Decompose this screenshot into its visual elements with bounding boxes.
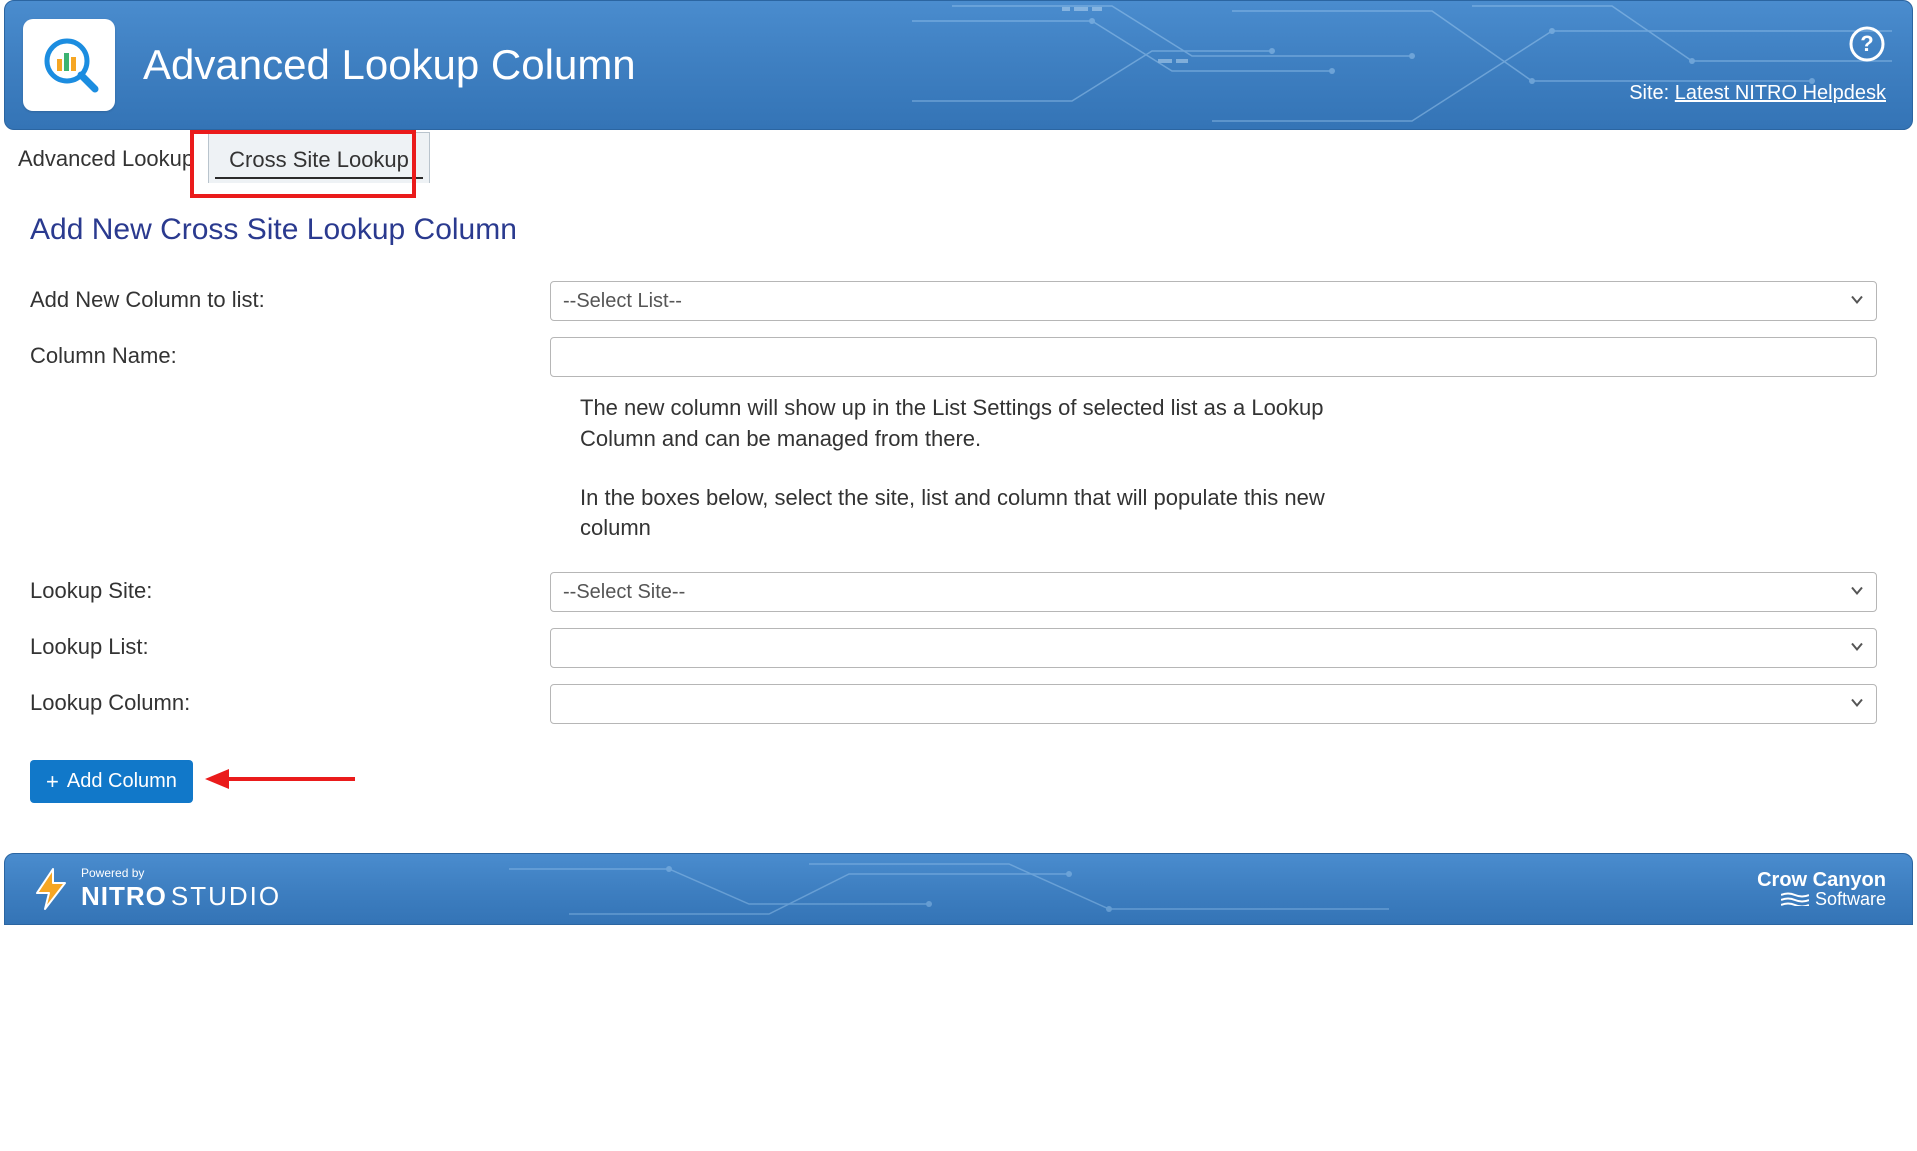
footer-nitro-logo: Powered by NITROSTUDIO [31, 867, 281, 912]
footer-studio-text: STUDIO [171, 881, 281, 911]
helper-text-1: The new column will show up in the List … [580, 393, 1400, 455]
column-name-label: Column Name: [30, 337, 550, 369]
help-icon[interactable]: ? [1848, 25, 1886, 68]
lookup-site-value: --Select Site-- [563, 581, 685, 604]
section-title: Add New Cross Site Lookup Column [30, 213, 1887, 247]
annotation-arrow-icon [205, 764, 355, 799]
chevron-down-icon [1850, 693, 1864, 716]
footer-powered-by: Powered by [81, 867, 281, 879]
lookup-list-label: Lookup List: [30, 628, 550, 660]
footer-banner: Powered by NITROSTUDIO Crow Canyon Softw… [4, 853, 1913, 925]
site-prefix: Site: [1629, 82, 1669, 104]
header-banner: Advanced Lookup Column ? Site: Latest NI… [4, 0, 1913, 130]
lookup-column-label: Lookup Column: [30, 684, 550, 716]
lookup-site-select[interactable]: --Select Site-- [550, 572, 1877, 612]
main-content: Add New Cross Site Lookup Column Add New… [0, 183, 1917, 823]
add-column-button[interactable]: + Add Column [30, 760, 193, 803]
footer-crowcanyon-logo: Crow Canyon Software [1757, 870, 1886, 908]
column-name-input[interactable] [550, 337, 1877, 377]
lookup-column-select[interactable] [550, 684, 1877, 724]
add-to-list-value: --Select List-- [563, 290, 682, 313]
add-to-list-select[interactable]: --Select List-- [550, 281, 1877, 321]
lookup-list-select[interactable] [550, 628, 1877, 668]
wave-icon [1781, 892, 1809, 906]
tab-advanced-lookup[interactable]: Advanced Lookup [14, 132, 208, 183]
helper-text-2: In the boxes below, select the site, lis… [580, 483, 1400, 545]
site-label: Site: Latest NITRO Helpdesk [1629, 82, 1886, 105]
tabs-row: Advanced Lookup Cross Site Lookup [0, 132, 1917, 183]
plus-icon: + [46, 771, 59, 793]
footer-cc-bot: Software [1815, 890, 1886, 908]
add-column-label: Add Column [67, 770, 177, 793]
add-to-list-label: Add New Column to list: [30, 281, 550, 313]
footer-decoration [509, 854, 1409, 924]
chevron-down-icon [1850, 581, 1864, 604]
footer-nitro-text: NITRO [81, 881, 167, 911]
site-link[interactable]: Latest NITRO Helpdesk [1675, 82, 1886, 104]
lookup-site-label: Lookup Site: [30, 572, 550, 604]
chevron-down-icon [1850, 637, 1864, 660]
footer-cc-top: Crow Canyon [1757, 870, 1886, 890]
chevron-down-icon [1850, 290, 1864, 313]
page-title: Advanced Lookup Column [143, 41, 636, 89]
app-logo [23, 19, 115, 111]
tab-cross-site-lookup[interactable]: Cross Site Lookup [208, 132, 430, 183]
svg-text:?: ? [1860, 31, 1873, 56]
